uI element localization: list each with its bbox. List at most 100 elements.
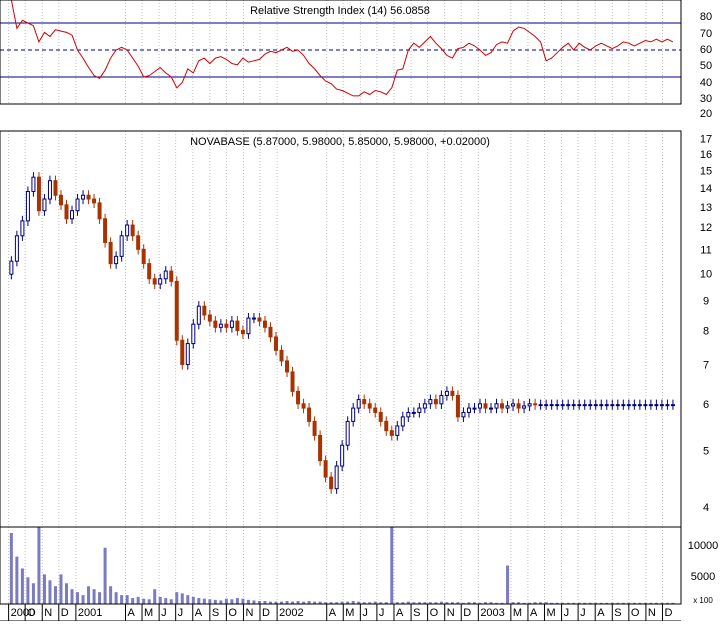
volume-bar bbox=[230, 599, 234, 604]
candle-body bbox=[185, 343, 190, 366]
candle-body bbox=[555, 404, 560, 407]
volume-bar bbox=[131, 598, 135, 604]
candle-body bbox=[483, 403, 488, 409]
candle-body bbox=[47, 180, 52, 200]
candle-body bbox=[648, 404, 653, 407]
candle-body bbox=[604, 404, 609, 407]
volume-bar bbox=[31, 583, 35, 604]
rsi-tick-label: 20 bbox=[700, 108, 712, 120]
volume-bar bbox=[208, 599, 212, 604]
candle-body bbox=[290, 371, 295, 392]
candle-body bbox=[323, 460, 328, 478]
price-tick-label: 7 bbox=[703, 360, 709, 372]
candle-body bbox=[511, 403, 516, 407]
candle-body bbox=[114, 255, 119, 265]
volume-bar bbox=[147, 599, 151, 604]
rsi-axis: 80 70 60 50 40 30 20 bbox=[700, 11, 712, 120]
volume-bar bbox=[219, 600, 223, 604]
candle-body bbox=[632, 404, 637, 407]
candle-body bbox=[158, 278, 163, 285]
candle-body bbox=[665, 404, 670, 407]
candle-body bbox=[549, 404, 554, 407]
price-tick-label: 13 bbox=[700, 202, 712, 214]
candle-body bbox=[180, 339, 185, 366]
volume-bar bbox=[42, 574, 46, 604]
volume-bar bbox=[136, 596, 140, 604]
candle-body bbox=[659, 404, 664, 407]
volume-bar bbox=[65, 583, 69, 604]
x-tick-label: A bbox=[530, 607, 538, 619]
candle-body bbox=[318, 434, 323, 462]
volume-bar bbox=[15, 556, 19, 604]
candle-body bbox=[406, 411, 411, 418]
x-tick-label: M bbox=[513, 607, 522, 619]
price-tick-label: 6 bbox=[703, 399, 709, 411]
volume-bar bbox=[76, 592, 80, 604]
candle-body bbox=[191, 323, 196, 345]
candle-body bbox=[400, 416, 405, 427]
rsi-tick-label: 50 bbox=[700, 60, 712, 72]
price-tick-label: 8 bbox=[703, 325, 709, 337]
candle-body bbox=[58, 194, 63, 206]
price-tick-label: 15 bbox=[700, 165, 712, 177]
x-tick-label: A bbox=[329, 607, 337, 619]
candle-body bbox=[329, 476, 334, 490]
x-tick-label: 2002 bbox=[279, 607, 303, 619]
volume-bar bbox=[26, 577, 30, 604]
candle-body bbox=[224, 323, 229, 328]
candle-body bbox=[103, 218, 108, 243]
candle-body bbox=[36, 176, 41, 212]
rsi-tick-label: 70 bbox=[700, 28, 712, 40]
candle-body bbox=[472, 407, 477, 410]
candle-body bbox=[588, 404, 593, 407]
candle-body bbox=[25, 191, 30, 222]
price-tick-label: 11 bbox=[700, 244, 711, 256]
candle-body bbox=[450, 390, 455, 396]
x-tick-label: D bbox=[463, 607, 471, 619]
price-tick-label: 16 bbox=[700, 149, 712, 161]
x-tick-label: N bbox=[447, 607, 455, 619]
candle-body bbox=[9, 260, 14, 275]
candle-body bbox=[466, 407, 471, 413]
candle-body bbox=[610, 404, 615, 407]
candle-body bbox=[411, 411, 416, 414]
volume-bar bbox=[169, 599, 173, 604]
volume-bar bbox=[98, 592, 102, 604]
volume-bar bbox=[120, 595, 124, 604]
price-tick-label: 9 bbox=[703, 295, 709, 307]
candle-body bbox=[119, 235, 124, 257]
candle-body bbox=[356, 399, 361, 409]
candle-body bbox=[505, 405, 510, 409]
candle-body bbox=[92, 198, 97, 204]
volume-bar bbox=[246, 599, 250, 604]
candle-body bbox=[571, 404, 576, 407]
candle-body bbox=[566, 404, 571, 407]
candle-body bbox=[81, 194, 86, 200]
x-tick-label: D bbox=[262, 607, 270, 619]
stock-chart: Relative Strength Index (14) 56.0858 80 … bbox=[0, 0, 724, 622]
volume-bar bbox=[81, 595, 85, 604]
candle-body bbox=[637, 404, 642, 407]
x-tick-label: S bbox=[614, 607, 621, 619]
candle-body bbox=[538, 404, 543, 407]
x-tick-label: S bbox=[413, 607, 420, 619]
price-tick-label: 5 bbox=[703, 445, 709, 457]
candle-body bbox=[340, 444, 345, 467]
candle-body bbox=[582, 404, 587, 407]
candle-body bbox=[152, 278, 157, 285]
candle-body bbox=[560, 404, 565, 407]
volume-bar bbox=[506, 565, 510, 604]
volume-bar bbox=[125, 595, 129, 604]
x-tick-label: N bbox=[648, 607, 656, 619]
candle-body bbox=[42, 198, 47, 212]
candle-body bbox=[307, 407, 312, 422]
x-tick-label: O bbox=[228, 607, 237, 619]
candle-body bbox=[362, 399, 367, 405]
volume-bar bbox=[164, 598, 168, 604]
x-tick-label: N bbox=[245, 607, 253, 619]
candle-body bbox=[422, 403, 427, 409]
candle-body bbox=[500, 403, 505, 409]
candle-body bbox=[141, 248, 146, 265]
x-tick-label: S bbox=[212, 607, 219, 619]
candle-body bbox=[31, 176, 36, 193]
